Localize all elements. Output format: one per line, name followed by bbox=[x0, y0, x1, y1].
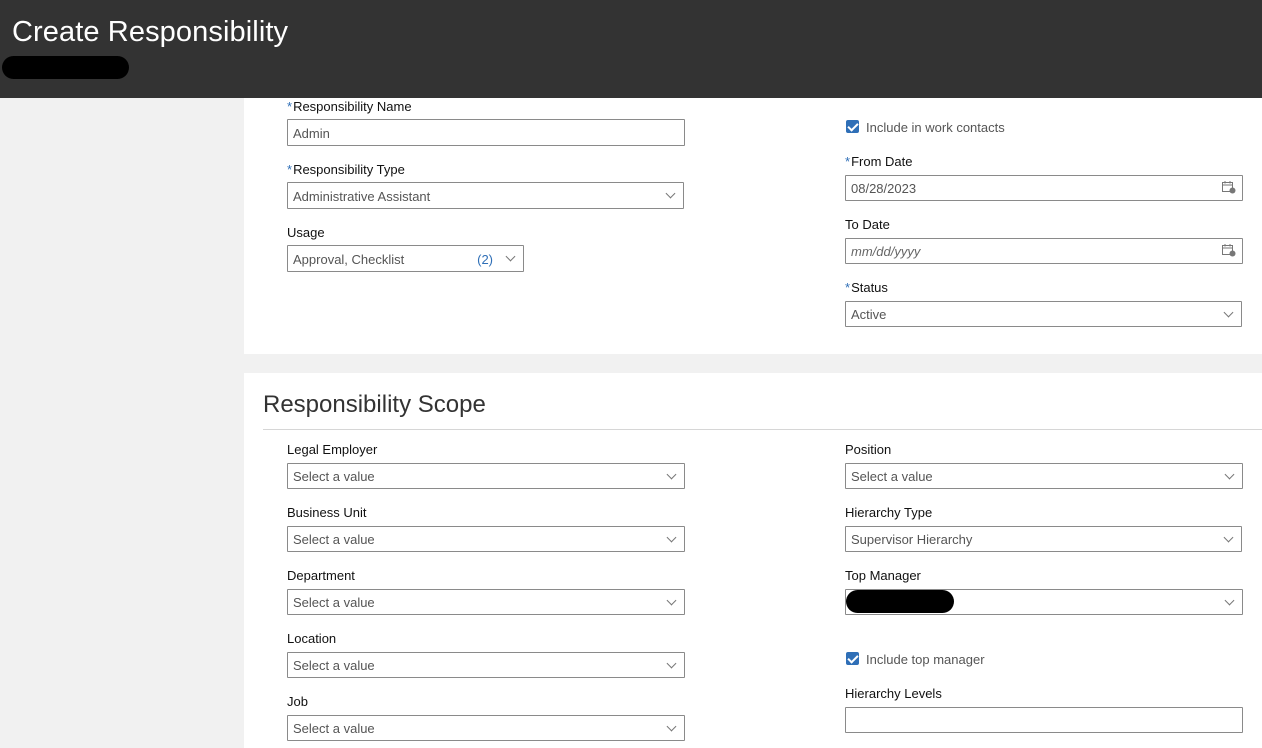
required-marker: * bbox=[287, 162, 293, 177]
department-select[interactable]: Select a value bbox=[287, 589, 685, 615]
business-unit-label: Business Unit bbox=[287, 505, 367, 520]
required-marker: * bbox=[845, 280, 851, 295]
hierarchy-type-value: Supervisor Hierarchy bbox=[851, 532, 973, 547]
status-value: Active bbox=[851, 307, 887, 322]
job-label: Job bbox=[287, 694, 308, 709]
chevron-down-icon bbox=[666, 721, 677, 732]
include-top-manager-label: Include top manager bbox=[866, 652, 985, 667]
usage-value: Approval, Checklist bbox=[293, 252, 405, 267]
calendar-icon[interactable] bbox=[1222, 181, 1236, 194]
section-title: Responsibility Scope bbox=[263, 391, 486, 418]
chevron-down-icon bbox=[666, 532, 677, 543]
location-label: Location bbox=[287, 631, 337, 646]
hierarchy-levels-input[interactable] bbox=[845, 707, 1243, 733]
from-date-input[interactable]: 08/28/2023 bbox=[845, 175, 1243, 201]
responsibility-name-input[interactable]: Admin bbox=[287, 119, 685, 146]
responsibility-name-label: *Responsibility Name bbox=[287, 99, 412, 114]
department-label: Department bbox=[287, 568, 355, 583]
to-date-placeholder: mm/dd/yyyy bbox=[851, 244, 921, 259]
responsibility-type-value: Administrative Assistant bbox=[293, 189, 431, 204]
usage-select[interactable]: Approval, Checklist (2) bbox=[287, 245, 524, 272]
to-date-label: To Date bbox=[845, 217, 890, 232]
legal-employer-placeholder: Select a value bbox=[293, 469, 375, 484]
chevron-down-icon bbox=[1223, 307, 1234, 318]
usage-label: Usage bbox=[287, 225, 325, 240]
chevron-down-icon bbox=[1224, 595, 1235, 606]
top-manager-label: Top Manager bbox=[845, 568, 921, 583]
legal-employer-select[interactable]: Select a value bbox=[287, 463, 685, 489]
position-label: Position bbox=[845, 442, 892, 457]
chevron-down-icon bbox=[666, 469, 677, 480]
page-title: Create Responsibility bbox=[12, 16, 289, 48]
from-date-label: *From Date bbox=[845, 154, 913, 169]
business-unit-placeholder: Select a value bbox=[293, 532, 375, 547]
required-marker: * bbox=[845, 154, 851, 169]
calendar-icon[interactable] bbox=[1222, 244, 1236, 257]
section-divider bbox=[263, 429, 1262, 430]
chevron-down-icon bbox=[665, 188, 676, 199]
position-select[interactable]: Select a value bbox=[845, 463, 1243, 489]
status-label: *Status bbox=[845, 280, 888, 295]
required-marker: * bbox=[287, 99, 293, 114]
from-date-value: 08/28/2023 bbox=[851, 181, 917, 196]
top-manager-select[interactable] bbox=[845, 589, 1243, 615]
to-date-input[interactable]: mm/dd/yyyy bbox=[845, 238, 1243, 264]
include-work-contacts-checkbox[interactable] bbox=[846, 120, 859, 133]
responsibility-name-value: Admin bbox=[293, 126, 330, 141]
job-placeholder: Select a value bbox=[293, 721, 375, 736]
chevron-down-icon bbox=[666, 658, 677, 669]
location-select[interactable]: Select a value bbox=[287, 652, 685, 678]
responsibility-type-select[interactable]: Administrative Assistant bbox=[287, 182, 684, 209]
include-work-contacts-label: Include in work contacts bbox=[866, 120, 1005, 135]
position-placeholder: Select a value bbox=[851, 469, 933, 484]
redacted-top-manager-value bbox=[846, 590, 954, 613]
chevron-down-icon bbox=[666, 595, 677, 606]
usage-count-badge[interactable]: (2) bbox=[477, 252, 493, 267]
hierarchy-type-select[interactable]: Supervisor Hierarchy bbox=[845, 526, 1242, 552]
department-placeholder: Select a value bbox=[293, 595, 375, 610]
hierarchy-levels-label: Hierarchy Levels bbox=[845, 686, 942, 701]
chevron-down-icon bbox=[505, 251, 516, 262]
status-select[interactable]: Active bbox=[845, 301, 1242, 327]
chevron-down-icon bbox=[1223, 532, 1234, 543]
business-unit-select[interactable]: Select a value bbox=[287, 526, 685, 552]
job-select[interactable]: Select a value bbox=[287, 715, 685, 741]
hierarchy-type-label: Hierarchy Type bbox=[845, 505, 933, 520]
responsibility-type-label: *Responsibility Type bbox=[287, 162, 405, 177]
location-placeholder: Select a value bbox=[293, 658, 375, 673]
include-top-manager-checkbox[interactable] bbox=[846, 652, 859, 665]
legal-employer-label: Legal Employer bbox=[287, 442, 378, 457]
chevron-down-icon bbox=[1224, 469, 1235, 480]
page-header: Create Responsibility bbox=[0, 0, 1262, 98]
redacted-subtitle bbox=[2, 56, 129, 79]
